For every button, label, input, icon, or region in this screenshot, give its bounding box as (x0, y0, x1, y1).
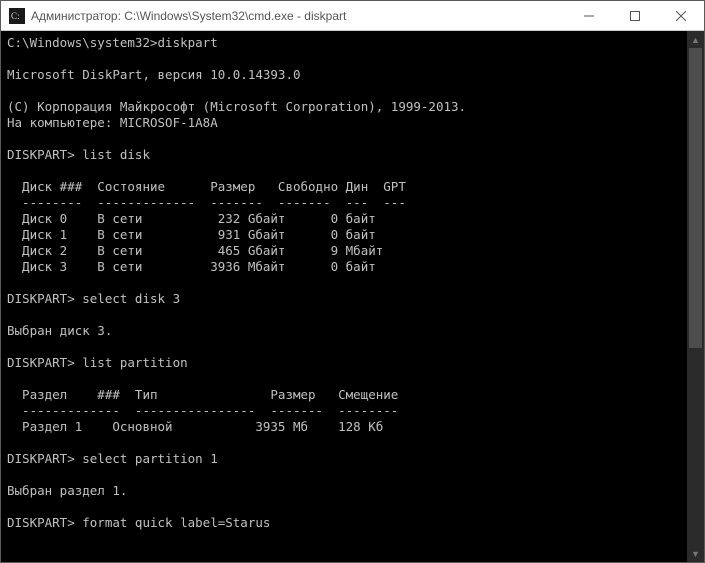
scroll-down-arrow[interactable]: ▼ (687, 545, 704, 562)
scrollbar-thumb[interactable] (689, 48, 702, 348)
client-area: C:\Windows\system32>diskpart Microsoft D… (1, 31, 704, 562)
disk-table-row: Диск 1 В сети 931 Gбайт 0 байт (7, 227, 376, 242)
maximize-button[interactable] (612, 1, 658, 30)
scroll-up-arrow[interactable]: ▲ (687, 31, 704, 48)
output-line: Выбран диск 3. (7, 323, 112, 338)
partition-table-row: Раздел 1 Основной 3935 Mб 128 Кб (7, 419, 383, 434)
output-line: Microsoft DiskPart, версия 10.0.14393.0 (7, 67, 301, 82)
disk-table-row: Диск 2 В сети 465 Gбайт 9 Mбайт (7, 243, 383, 258)
output-line: Выбран раздел 1. (7, 483, 127, 498)
cmd-window: C: Администратор: C:\Windows\System32\cm… (0, 0, 705, 563)
output-line: DISKPART> list disk (7, 147, 150, 162)
output-line: C:\Windows\system32>diskpart (7, 35, 218, 50)
output-line: DISKPART> select partition 1 (7, 451, 218, 466)
partition-table-header: Раздел ### Тип Размер Смещение (7, 387, 398, 402)
terminal-output[interactable]: C:\Windows\system32>diskpart Microsoft D… (1, 31, 687, 562)
disk-table-header: Диск ### Состояние Размер Свободно Дин G… (7, 179, 406, 194)
disk-table-row: Диск 3 В сети 3936 Mбайт 0 байт (7, 259, 376, 274)
disk-table-separator: -------- ------------- ------- ------- -… (7, 195, 406, 210)
output-line: DISKPART> list partition (7, 355, 188, 370)
vertical-scrollbar[interactable]: ▲ ▼ (687, 31, 704, 562)
output-line: На компьютере: MICROSOF-1A8A (7, 115, 218, 130)
output-line: (C) Корпорация Майкрософт (Microsoft Cor… (7, 99, 466, 114)
close-button[interactable] (658, 1, 704, 30)
disk-table-row: Диск 0 В сети 232 Gбайт 0 байт (7, 211, 376, 226)
output-line: DISKPART> select disk 3 (7, 291, 180, 306)
svg-text:C:: C: (11, 11, 20, 21)
window-controls (566, 1, 704, 30)
partition-table-separator: ------------- ---------------- ------- -… (7, 403, 398, 418)
titlebar[interactable]: C: Администратор: C:\Windows\System32\cm… (1, 1, 704, 31)
minimize-button[interactable] (566, 1, 612, 30)
output-line: DISKPART> format quick label=Starus (7, 515, 270, 530)
cmd-icon: C: (9, 8, 25, 24)
window-title: Администратор: C:\Windows\System32\cmd.e… (31, 9, 566, 23)
